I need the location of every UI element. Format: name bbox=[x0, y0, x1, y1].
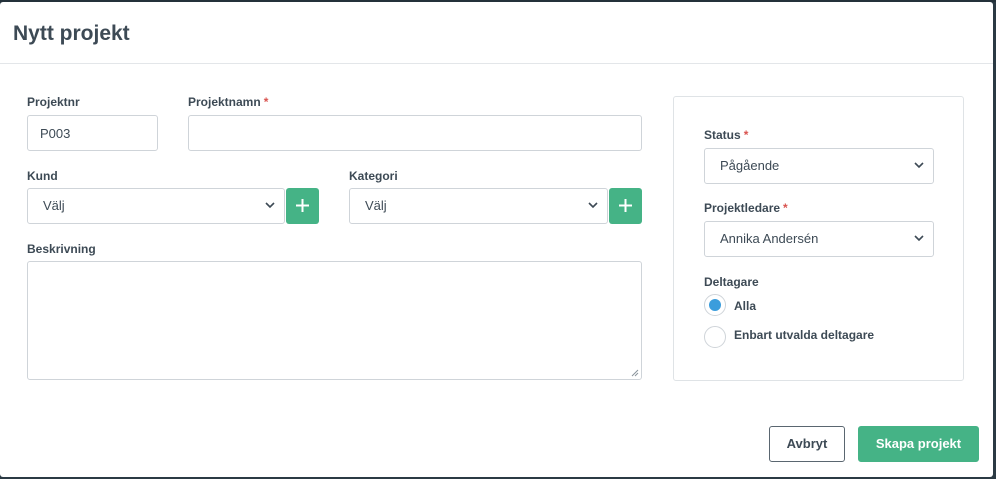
resize-handle-icon[interactable] bbox=[631, 369, 639, 377]
kategori-label: Kategori bbox=[349, 169, 398, 183]
required-mark: * bbox=[743, 128, 749, 142]
projektledare-select-value: Annika Andersén bbox=[720, 231, 819, 246]
modal-header: Nytt projekt bbox=[0, 2, 993, 64]
projektnamn-input[interactable] bbox=[188, 115, 642, 151]
radio-alla[interactable] bbox=[704, 294, 726, 316]
projektnr-label: Projektnr bbox=[27, 95, 80, 109]
chevron-down-icon bbox=[914, 162, 924, 169]
projektnamn-label: Projektnamn * bbox=[188, 95, 268, 109]
required-mark: * bbox=[263, 95, 269, 109]
required-mark: * bbox=[783, 201, 788, 215]
modal-title: Nytt projekt bbox=[13, 22, 130, 45]
plus-icon bbox=[619, 199, 632, 212]
status-select[interactable]: Pågående bbox=[704, 148, 934, 184]
beskrivning-label: Beskrivning bbox=[27, 242, 96, 256]
chevron-down-icon bbox=[588, 202, 598, 209]
status-label-text: Status bbox=[704, 128, 741, 142]
kund-select-value: Välj bbox=[43, 198, 65, 213]
kategori-select[interactable]: Välj bbox=[349, 188, 608, 224]
projektnamn-label-text: Projektnamn bbox=[188, 95, 261, 109]
radio-enbart-utvalda[interactable] bbox=[704, 326, 726, 348]
add-kategori-button[interactable] bbox=[609, 188, 642, 224]
projektledare-label: Projektledare * bbox=[704, 201, 788, 215]
status-label: Status * bbox=[704, 128, 748, 142]
projektledare-select[interactable]: Annika Andersén bbox=[704, 221, 934, 257]
projektledare-label-text: Projektledare bbox=[704, 201, 781, 215]
chevron-down-icon bbox=[265, 202, 275, 209]
beskrivning-textarea[interactable] bbox=[27, 261, 642, 380]
new-project-modal: Nytt projekt Projektnr Projektnamn* Kund… bbox=[0, 2, 993, 477]
kund-label: Kund bbox=[27, 169, 58, 183]
deltagare-label: Deltagare bbox=[704, 275, 759, 289]
project-settings-panel: Status * Pågående Projektledare * Annika A… bbox=[673, 96, 964, 381]
kategori-select-value: Välj bbox=[365, 198, 387, 213]
add-kund-button[interactable] bbox=[286, 188, 319, 224]
cancel-button[interactable]: Avbryt bbox=[769, 426, 845, 462]
radio-alla-label[interactable]: Alla bbox=[734, 299, 756, 313]
status-select-value: Pågående bbox=[720, 158, 780, 173]
radio-enbart-utvalda-label[interactable]: Enbart utvalda deltagare bbox=[734, 328, 874, 342]
plus-icon bbox=[296, 199, 309, 212]
create-project-button[interactable]: Skapa projekt bbox=[858, 426, 979, 462]
kund-select[interactable]: Välj bbox=[27, 188, 285, 224]
projektnr-input[interactable] bbox=[27, 115, 158, 151]
chevron-down-icon bbox=[914, 235, 924, 242]
